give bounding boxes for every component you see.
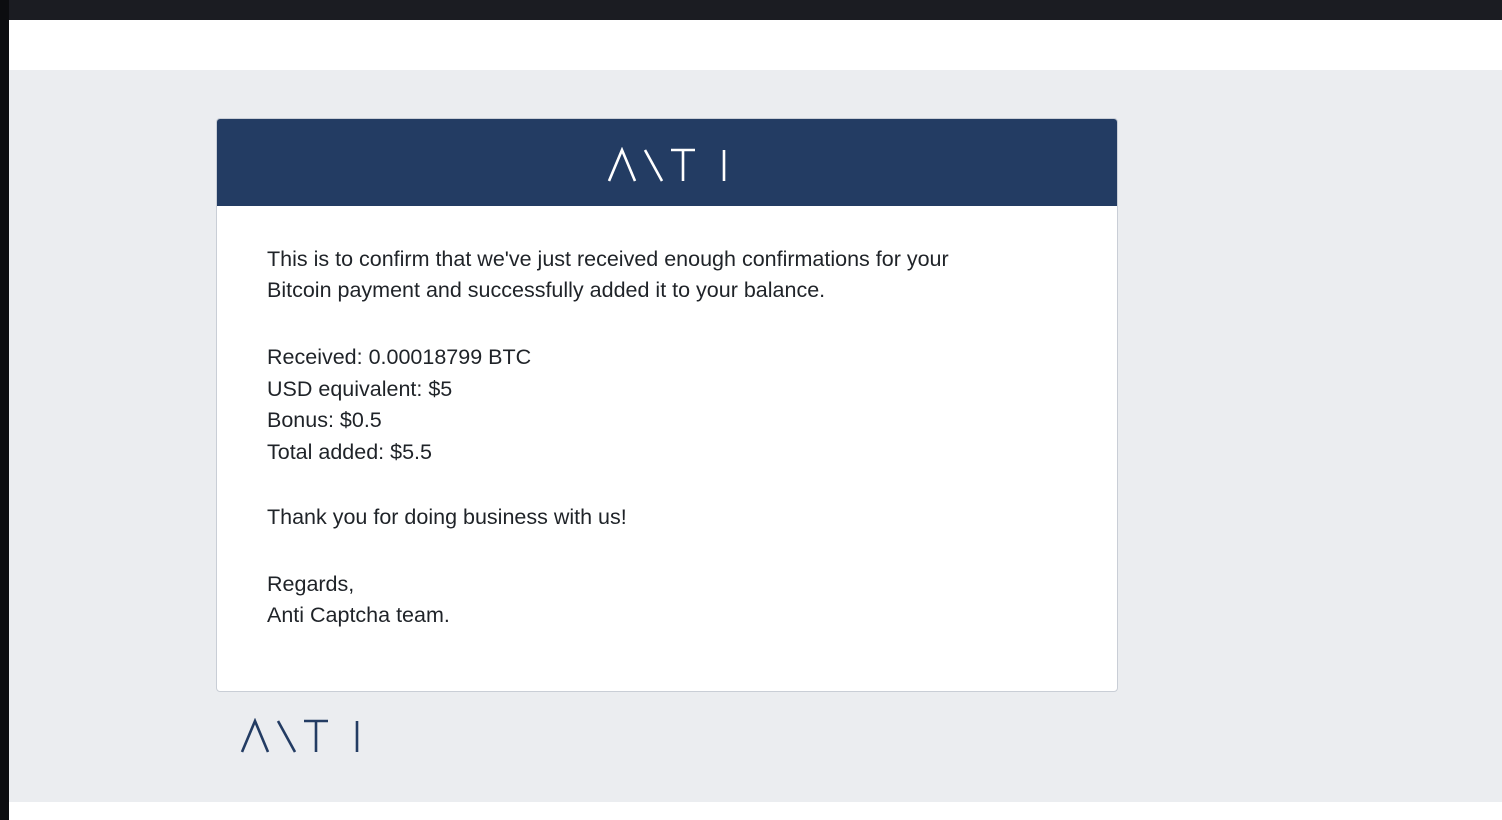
- bonus-amount: Bonus: $0.5: [267, 408, 382, 432]
- email-header: [217, 119, 1117, 206]
- window-top-bar: [0, 0, 1502, 20]
- usd-equivalent: USD equivalent: $5: [267, 376, 453, 401]
- window-left-edge: [0, 0, 9, 820]
- thanks-line: Thank you for doing business with us!: [267, 505, 627, 529]
- signoff: Regards, Anti Captcha team.: [267, 569, 1067, 631]
- email-card: This is to confirm that we've just recei…: [216, 118, 1118, 692]
- payment-details: Received: 0.00018799 BTC USD equivalent:…: [267, 342, 1067, 468]
- email-bottom-strip: [9, 802, 1502, 820]
- intro-paragraph: This is to confirm that we've just recei…: [267, 244, 1067, 306]
- total-added: Total added: $5.5: [267, 439, 432, 464]
- anti-captcha-logo-icon: [240, 718, 359, 753]
- email-body: This is to confirm that we've just recei…: [217, 206, 1117, 631]
- signature-line: Anti Captcha team.: [267, 603, 450, 627]
- intro-line-1: This is to confirm that we've just recei…: [267, 247, 949, 271]
- anti-captcha-logo-icon: [607, 147, 726, 182]
- intro-line-2: Bitcoin payment and successfully added i…: [267, 278, 826, 302]
- regards-line: Regards,: [267, 572, 355, 596]
- received-amount: Received: 0.00018799 BTC: [267, 345, 532, 369]
- email-top-strip: [9, 20, 1502, 70]
